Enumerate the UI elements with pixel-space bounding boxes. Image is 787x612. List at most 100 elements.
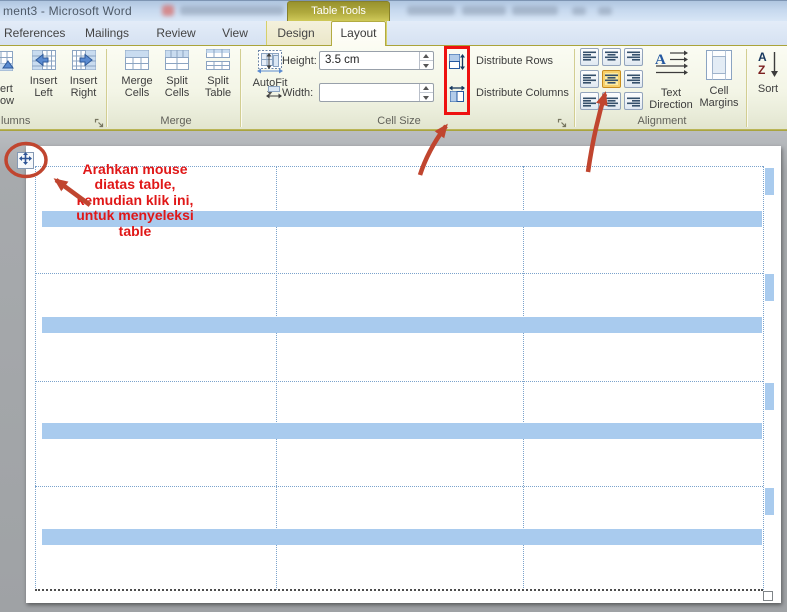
text-direction-button[interactable]: A Text Direction — [646, 48, 696, 111]
tab-mailings[interactable]: Mailings — [79, 21, 135, 45]
merge-cells-icon — [117, 48, 157, 72]
insert-left-button[interactable]: Insert Left — [24, 48, 63, 99]
table-border-row1 — [35, 273, 763, 274]
align-bottom-right-button[interactable] — [624, 92, 643, 110]
cell-margins-button[interactable]: Cell Margins — [694, 48, 744, 109]
sort-button[interactable]: AZ Sort — [750, 48, 786, 95]
width-input[interactable] — [319, 83, 434, 102]
merge-cells-label-2: Cells — [124, 87, 150, 99]
redacted-blur — [407, 6, 455, 15]
height-label: Height: — [282, 55, 317, 67]
window-title: ment3 - Microsoft Word — [3, 4, 132, 18]
distribute-rows-label: Distribute Rows — [476, 55, 554, 67]
split-table-label-2: Table — [204, 87, 232, 99]
distribute-rows-button[interactable]: Distribute Rows — [447, 53, 565, 71]
align-top-left-button[interactable] — [580, 48, 599, 66]
group-separator — [106, 49, 107, 127]
table-border-row2 — [35, 381, 763, 382]
table-border-col1 — [276, 166, 277, 590]
cell-margins-label-1: Cell — [709, 85, 729, 97]
height-value: 3.5 cm — [325, 54, 360, 66]
annotation-line: diatas table, — [94, 176, 176, 193]
selected-row-highlight — [42, 423, 762, 439]
redacted-blur — [512, 6, 558, 15]
row-end-marker — [765, 383, 774, 410]
insert-right-label-1: Insert — [69, 75, 98, 87]
selected-row-highlight — [42, 529, 762, 545]
align-top-right-button[interactable] — [624, 48, 643, 66]
word-window: ment3 - Microsoft Word Table Tools Refer… — [0, 0, 787, 612]
text-direction-label-1: Text — [660, 87, 682, 99]
ribbon-layout-tab: ert ow Insert Left Insert Right lumns Me… — [0, 45, 787, 129]
redacted-icon-blur — [162, 5, 174, 16]
annotation-text: Arahkan mouse diatas table, kemudian kli… — [45, 161, 225, 239]
table-border-bottom — [35, 589, 763, 591]
rows-columns-group-label: lumns — [1, 115, 31, 127]
cell-size-group-label: Cell Size — [377, 115, 421, 127]
insert-below-label-partial-1: ert — [0, 83, 13, 95]
annotation-line: untuk menyeleksi — [76, 207, 194, 224]
redacted-blur — [598, 7, 612, 15]
row-end-marker — [765, 168, 774, 195]
column-width-icon — [266, 85, 282, 105]
redacted-blur — [462, 6, 506, 15]
insert-right-icon — [64, 48, 103, 72]
tab-design[interactable]: Design — [269, 21, 323, 45]
table-border-right — [763, 166, 764, 590]
table-tools-contextual-header: Table Tools — [287, 1, 390, 21]
table-resize-handle[interactable] — [763, 591, 773, 601]
rows-columns-dialog-launcher[interactable] — [94, 116, 105, 128]
sort-az-icon: AZ — [750, 48, 786, 80]
tab-view[interactable]: View — [212, 21, 258, 45]
tab-references[interactable]: References — [4, 21, 65, 45]
distribute-columns-icon — [449, 85, 466, 107]
alignment-group-label: Alignment — [637, 115, 687, 127]
row-height-icon — [266, 53, 279, 74]
merge-group-label: Merge — [160, 115, 192, 127]
align-center-left-button[interactable] — [580, 70, 599, 88]
split-table-button[interactable]: Split Table — [198, 48, 238, 99]
text-direction-label-2: Direction — [649, 99, 693, 111]
insert-left-icon — [24, 48, 63, 72]
table-border-left — [35, 166, 36, 590]
redacted-blur — [572, 7, 586, 15]
cell-size-dialog-launcher[interactable] — [557, 116, 568, 128]
table-border-col2 — [523, 166, 524, 590]
ribbon-tab-bar: References Mailings Review View Design L… — [0, 21, 787, 46]
align-center-right-button[interactable] — [624, 70, 643, 88]
distribute-rows-icon — [449, 54, 466, 75]
split-table-icon — [198, 48, 238, 72]
svg-text:A: A — [758, 50, 767, 64]
table-grid-icon — [0, 49, 14, 77]
align-top-center-button[interactable] — [602, 48, 621, 66]
width-spinner[interactable] — [419, 84, 433, 101]
distribute-columns-label: Distribute Columns — [476, 87, 569, 99]
move-icon — [19, 151, 32, 170]
row-end-marker — [765, 488, 774, 515]
insert-below-label-partial-2: ow — [0, 95, 15, 107]
tab-review[interactable]: Review — [151, 21, 201, 45]
annotation-line: kemudian klik ini, — [76, 191, 194, 208]
width-label: Width: — [282, 87, 314, 99]
distribute-columns-button[interactable]: Distribute Columns — [447, 85, 577, 103]
height-spinner[interactable] — [419, 52, 433, 69]
align-center-button[interactable] — [602, 70, 621, 88]
cell-margins-icon — [694, 48, 744, 82]
insert-right-label-2: Right — [70, 87, 97, 99]
split-cells-icon — [158, 48, 196, 72]
annotation-line: Arahkan mouse — [82, 161, 188, 177]
tab-layout[interactable]: Layout — [331, 21, 386, 46]
selected-row-highlight — [42, 317, 762, 333]
align-bottom-left-button[interactable] — [580, 92, 599, 110]
table-move-handle[interactable] — [17, 151, 34, 170]
sort-label: Sort — [757, 83, 779, 95]
insert-below-button-partial[interactable] — [0, 49, 17, 77]
merge-cells-button[interactable]: Merge Cells — [117, 48, 157, 99]
split-cells-button[interactable]: Split Cells — [158, 48, 196, 99]
align-bottom-center-button[interactable] — [602, 92, 621, 110]
annotation-line: table — [118, 222, 152, 239]
height-input[interactable]: 3.5 cm — [319, 51, 434, 70]
svg-text:Z: Z — [758, 63, 765, 77]
split-cells-label-2: Cells — [164, 87, 190, 99]
insert-right-button[interactable]: Insert Right — [64, 48, 103, 99]
